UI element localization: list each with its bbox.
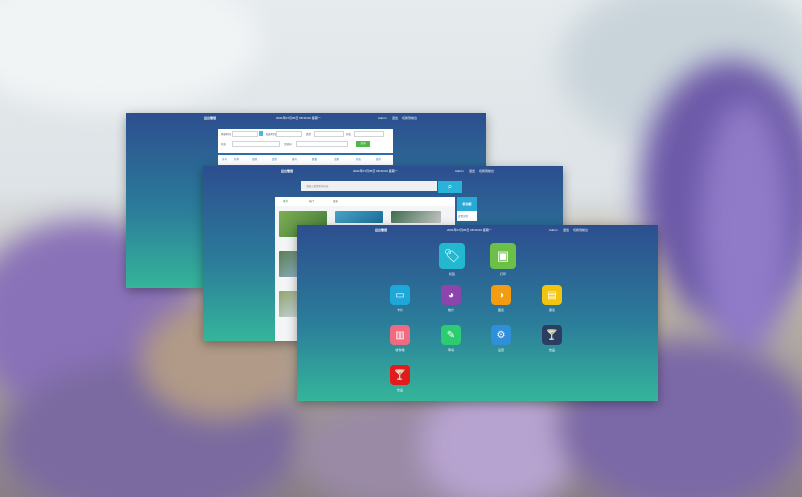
column-header: 数量 [312,158,318,161]
search-button[interactable]: 查询 [356,141,370,147]
start-date-field[interactable] [232,131,258,137]
switch-front-link[interactable]: 切换到前台 [479,169,494,173]
tile-label: 报表 [548,308,555,312]
column-header: 序号 [222,158,228,161]
table-header: 序号 名称 日期 类型 编号 数量 金额 状态 操作 [218,157,393,163]
chart-icon[interactable]: ◑ [491,285,511,305]
pie-chart-icon[interactable]: ◕ [441,285,461,305]
side-card: 新功能 查看详情 [457,197,477,221]
keyword-field[interactable] [296,141,348,147]
thumbnail-image[interactable] [279,291,299,317]
new-feature-badge[interactable]: 新功能 [457,197,477,211]
datetime: 2021年07月05日 08:30:00 星期一 [276,116,321,120]
end-date-field[interactable] [276,131,302,137]
filter-label: 类型 [306,133,312,136]
thumbnail-image[interactable] [391,211,441,223]
filter-label: 关键词 [284,143,292,146]
tile-label: 饮品 [548,348,555,352]
tile-label: 饮品 [396,388,403,392]
tile-label: 申请 [447,348,454,352]
column-header: 编号 [292,158,298,161]
report-icon[interactable]: ▤ [542,285,562,305]
status-select[interactable] [354,131,384,137]
tab-recommended[interactable]: 推荐 [283,199,288,203]
cocktail-icon[interactable]: 🍸 [390,365,410,385]
tab-bar: 推荐 热门 更多 [275,197,455,206]
top-bar: 后台管理 2021年07月05日 08:30:00 星期一 Admin 退出 切… [203,166,563,176]
filter-label: 状态 [346,133,352,136]
thumbnail-image[interactable] [279,251,299,277]
tile-label: 收件箱 [395,348,405,352]
app-title: 后台管理 [281,169,294,173]
search-icon[interactable]: ⌕ [438,181,462,193]
form-edit-icon[interactable]: ✎ [441,325,461,345]
user-name[interactable]: Admin [549,228,558,232]
search-input[interactable]: 请输入要搜索的内容 [301,181,437,191]
column-header: 日期 [252,158,258,161]
logout-link[interactable]: 退出 [563,228,569,232]
card-icon[interactable]: ▭ [390,285,410,305]
app-title: 后台管理 [375,228,388,232]
tile-label: 打印 [499,272,506,276]
column-header: 名称 [234,158,240,161]
app-title: 后台管理 [204,116,217,120]
tag-icon[interactable]: 🏷 [439,243,465,269]
datetime: 2021年07月05日 08:30:00 星期一 [447,228,492,232]
column-header: 金额 [334,158,340,161]
logout-link[interactable]: 退出 [469,169,475,173]
logout-link[interactable]: 退出 [392,116,398,120]
type-select[interactable] [314,131,344,137]
divider [218,153,393,155]
calendar-icon[interactable] [259,131,263,136]
tile-label: 图表 [497,308,504,312]
side-link[interactable]: 查看详情 [458,214,468,218]
gear-icon[interactable]: ⚙ [491,325,511,345]
printer-icon[interactable]: ▣ [490,243,516,269]
switch-front-link[interactable]: 切换到前台 [402,116,417,120]
switch-front-link[interactable]: 切换到前台 [573,228,588,232]
filter-label: 开始时间 [221,133,232,136]
status-field[interactable] [232,141,280,147]
thumbnail-image[interactable] [335,211,383,223]
tab-more[interactable]: 更多 [333,199,338,203]
filter-label: 状态 [221,143,227,146]
front-window: 后台管理 2021年07月05日 08:30:00 星期一 Admin 退出 切… [297,225,658,401]
column-header: 状态 [356,158,362,161]
column-header: 类型 [272,158,278,161]
user-name[interactable]: Admin [455,169,464,173]
top-bar: 后台管理 2021年07月05日 08:30:00 星期一 Admin 退出 切… [126,113,486,123]
column-header: 操作 [376,158,382,161]
tab-hot[interactable]: 热门 [309,199,314,203]
tile-label: 统计 [447,308,454,312]
tile-label: 设置 [497,348,504,352]
filter-panel: 开始时间 结束时间 类型 状态 状态 关键词 查询 序号 名称 日期 类型 编号… [218,129,393,165]
inbox-icon[interactable]: ▥ [390,325,410,345]
search-bar: 请输入要搜索的内容 ⌕ [301,181,463,193]
top-bar: 后台管理 2021年07月05日 08:30:00 星期一 Admin 退出 切… [297,225,658,235]
cocktail-icon[interactable]: 🍸 [542,325,562,345]
datetime: 2021年07月05日 08:30:00 星期一 [353,169,398,173]
tile-label: 卡片 [396,308,403,312]
tile-label: 标签 [448,272,455,276]
search-placeholder: 请输入要搜索的内容 [306,185,329,188]
user-name[interactable]: Admin [378,116,387,120]
filter-label: 结束时间 [266,133,277,136]
